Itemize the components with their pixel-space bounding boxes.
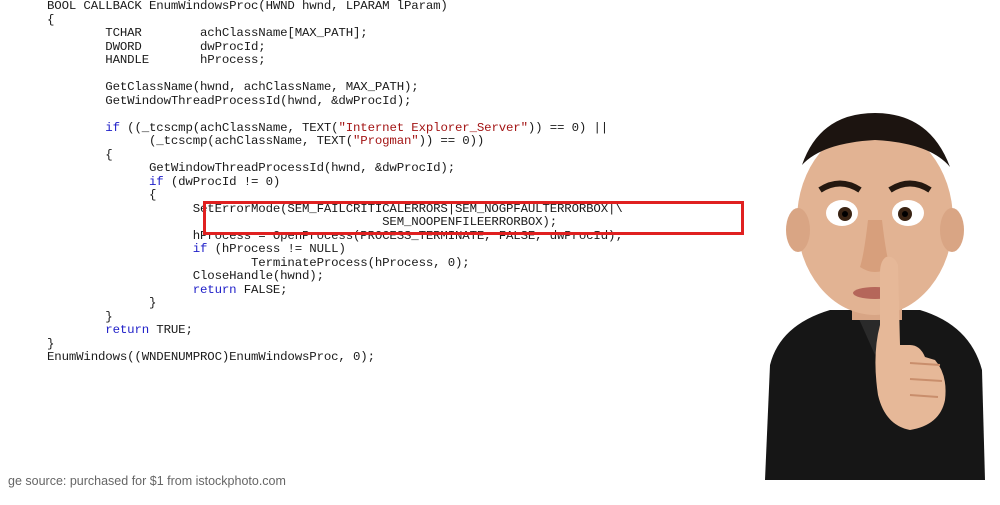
code-text: GetWindowThreadProcessId(hwnd, &dwProcId… — [47, 93, 412, 108]
code-line: (_tcscmp(achClassName, TEXT("Progman")) … — [47, 134, 623, 149]
code-keyword: if — [192, 242, 208, 256]
code-text: { — [47, 12, 55, 27]
code-text: } — [47, 296, 157, 310]
code-line: return FALSE; — [47, 282, 623, 298]
code-text: DWORD dwProcId; — [47, 39, 266, 54]
code-text: )) == 0) || — [527, 120, 609, 135]
code-text: } — [47, 336, 55, 351]
code-string: "Internet Explorer_Server" — [338, 120, 528, 135]
code-text: } — [47, 309, 113, 324]
code-text: { — [47, 188, 157, 202]
code-text: CloseHandle(hwnd); — [47, 269, 324, 283]
code-line: { — [47, 147, 623, 163]
code-line: if ((_tcscmp(achClassName, TEXT("Interne… — [47, 120, 623, 136]
code-line: GetClassName(hwnd, achClassName, MAX_PAT… — [47, 80, 623, 95]
code-text: TRUE; — [149, 323, 193, 337]
code-line: } — [47, 296, 623, 311]
code-text: (_tcscmp(achClassName, TEXT( — [47, 134, 353, 148]
code-line: } — [47, 336, 623, 352]
code-snippet: BOOL CALLBACK EnumWindowsProc(HWND hwnd,… — [47, 0, 623, 365]
code-text: TCHAR achClassName[MAX_PATH]; — [47, 26, 368, 40]
code-text: (hProcess != NULL) — [207, 242, 346, 256]
code-text: FALSE; — [236, 282, 288, 297]
code-keyword: if — [105, 120, 120, 135]
code-keyword: return — [192, 282, 237, 297]
code-text: (dwProcId != 0) — [163, 174, 281, 189]
image-source-caption: ge source: purchased for $1 from istockp… — [8, 474, 286, 488]
code-text: GetClassName(hwnd, achClassName, MAX_PAT… — [47, 80, 419, 94]
code-string: "Progman" — [353, 134, 419, 148]
code-text: EnumWindows((WNDENUMPROC)EnumWindowsProc… — [47, 350, 375, 364]
code-line: TCHAR achClassName[MAX_PATH]; — [47, 26, 623, 41]
code-text: TerminateProcess(hProcess, 0); — [47, 255, 470, 270]
code-line: EnumWindows((WNDENUMPROC)EnumWindowsProc… — [47, 350, 623, 365]
code-line: GetWindowThreadProcessId(hwnd, &dwProcId… — [47, 161, 623, 176]
code-line: if (hProcess != NULL) — [47, 242, 623, 257]
code-text: BOOL CALLBACK EnumWindowsProc(HWND hwnd,… — [47, 0, 448, 13]
code-line: { — [47, 12, 623, 28]
code-text: HANDLE hProcess; — [47, 53, 266, 67]
code-keyword: return — [105, 323, 150, 337]
man-shushing-photo — [765, 113, 985, 480]
code-line: GetWindowThreadProcessId(hwnd, &dwProcId… — [47, 93, 623, 109]
code-text: )) == 0)) — [418, 134, 485, 148]
code-line: } — [47, 309, 623, 325]
code-line: DWORD dwProcId; — [47, 39, 623, 55]
code-text: ((_tcscmp(achClassName, TEXT( — [119, 120, 339, 135]
code-line: if (dwProcId != 0) — [47, 174, 623, 190]
code-line: HANDLE hProcess; — [47, 53, 623, 68]
code-line: return TRUE; — [47, 323, 623, 338]
code-line: TerminateProcess(hProcess, 0); — [47, 255, 623, 271]
code-line: BOOL CALLBACK EnumWindowsProc(HWND hwnd,… — [47, 0, 623, 14]
highlight-box — [203, 201, 744, 235]
code-text: GetWindowThreadProcessId(hwnd, &dwProcId… — [47, 161, 455, 175]
code-keyword: if — [149, 174, 164, 189]
code-line: CloseHandle(hwnd); — [47, 269, 623, 284]
code-text: { — [47, 147, 113, 162]
